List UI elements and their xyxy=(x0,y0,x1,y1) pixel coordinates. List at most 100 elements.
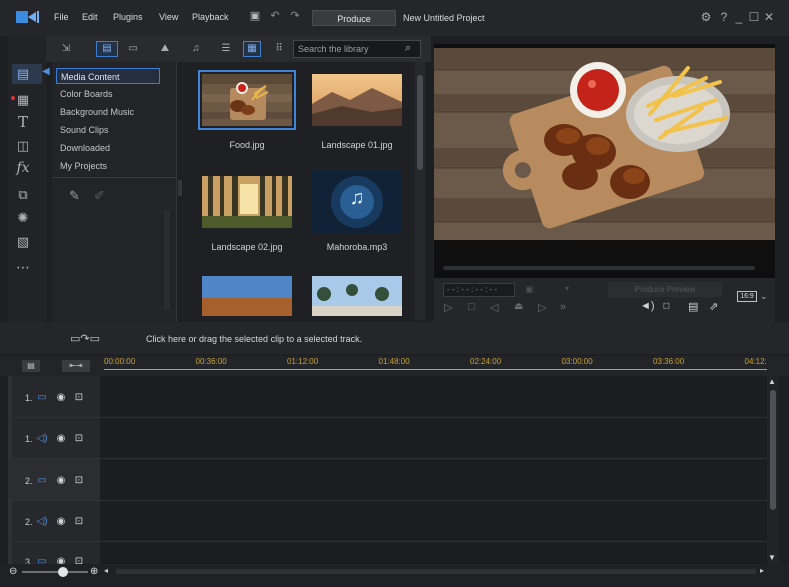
minimize-icon[interactable]: _ xyxy=(733,10,745,24)
media-library-grid: Food.jpg Landscape 01.jpg Landscape 02.j… xyxy=(182,62,415,322)
volume-icon[interactable]: ◄) xyxy=(640,300,655,314)
subtitle-room-icon[interactable]: ▧ xyxy=(14,234,32,250)
pip-room-icon[interactable]: ⧉ xyxy=(14,187,32,203)
ruler-tick-label: 03:00:00 xyxy=(561,357,593,366)
play-icon[interactable]: ▷ xyxy=(444,301,456,314)
effect-room-icon[interactable]: fx xyxy=(14,160,32,176)
insert-clip-icon[interactable]: ▭↷▭ xyxy=(70,332,120,346)
thumbnail-size-icon[interactable]: ⠿ xyxy=(270,41,288,57)
media-room-icon[interactable]: ▤ xyxy=(14,66,32,82)
scroll-right-icon[interactable]: ▸ xyxy=(760,566,770,576)
media-thumbnail-landscape-02[interactable] xyxy=(202,176,292,228)
media-label: Landscape 01.jpg xyxy=(321,140,393,150)
track-area[interactable] xyxy=(101,376,767,572)
track-visibility-icon[interactable]: ◉ xyxy=(55,516,67,528)
help-icon[interactable]: ? xyxy=(718,10,730,24)
category-my-projects[interactable]: My Projects xyxy=(56,158,160,174)
category-downloaded[interactable]: Downloaded xyxy=(56,140,160,156)
library-scrollbar-thumb[interactable] xyxy=(417,75,423,170)
timecode-display[interactable]: - - : - - : - - : - - xyxy=(443,283,515,297)
particle-room-icon[interactable]: ✺ xyxy=(14,210,32,226)
search-icon[interactable]: ⌕ xyxy=(405,42,417,54)
media-thumbnail-landscape-03[interactable] xyxy=(202,276,292,316)
menu-view[interactable]: View xyxy=(159,12,178,22)
track-lock-icon[interactable]: ⊡ xyxy=(73,475,85,487)
media-thumbnail-food[interactable] xyxy=(198,70,296,130)
timeline-horizontal-scrollbar[interactable] xyxy=(116,569,756,574)
stop-icon[interactable]: □ xyxy=(468,301,480,313)
timeline-instruction[interactable]: Click here or drag the selected clip to … xyxy=(146,334,362,344)
produce-button[interactable]: Produce xyxy=(312,10,396,26)
more-rooms-icon[interactable]: ⋯ xyxy=(14,259,32,275)
ruler-tick-label: 00:00:00 xyxy=(104,357,136,366)
maximize-preview-icon[interactable]: ⇗ xyxy=(709,300,723,314)
scroll-down-icon[interactable]: ▼ xyxy=(768,553,778,563)
media-thumbnail-palm[interactable] xyxy=(312,276,402,316)
media-filter-all-icon[interactable]: ▤ xyxy=(96,41,118,57)
maximize-icon[interactable]: ☐ xyxy=(748,10,760,24)
snapshot-icon[interactable]: ◘ xyxy=(663,300,677,314)
image-filter-icon[interactable]: ⛰ xyxy=(156,41,174,57)
audio-filter-icon[interactable]: ♫ xyxy=(187,41,205,57)
undo-icon[interactable]: ↶ xyxy=(268,9,282,23)
preview-seek-bar[interactable] xyxy=(443,266,755,270)
dock-undock-icon[interactable]: ▤ xyxy=(688,300,702,314)
save-icon[interactable]: ▣ xyxy=(248,9,262,23)
zoom-slider-handle[interactable] xyxy=(58,567,68,577)
menu-plugins[interactable]: Plugins xyxy=(113,12,143,22)
add-tag-icon[interactable]: ✎ xyxy=(69,188,85,204)
redo-icon[interactable]: ↷ xyxy=(288,9,302,23)
fit-timeline-icon[interactable]: ⇤⇥ xyxy=(62,360,90,372)
import-media-icon[interactable]: ⇲ xyxy=(57,41,75,57)
track-separator xyxy=(8,458,767,459)
playback-mode-dropdown-icon[interactable]: ▾ xyxy=(565,284,575,296)
ruler-tick-label: 01:12:00 xyxy=(287,357,319,366)
category-scrollbar[interactable] xyxy=(164,210,170,310)
aspect-ratio-badge[interactable]: 16:9 xyxy=(737,291,757,302)
category-media-content[interactable]: Media Content xyxy=(56,68,160,84)
close-icon[interactable]: ✕ xyxy=(763,10,775,24)
menu-playback[interactable]: Playback xyxy=(192,12,229,22)
fast-forward-icon[interactable]: » xyxy=(560,301,574,313)
zoom-in-icon[interactable]: ⊕ xyxy=(90,567,100,577)
next-frame-icon[interactable]: ▷ xyxy=(538,301,550,314)
ruler-tick-label: 00:36:00 xyxy=(195,357,227,366)
playback-mode-icon[interactable]: ▣ xyxy=(525,284,537,296)
category-background-music[interactable]: Background Music xyxy=(56,104,160,120)
preview-image xyxy=(434,48,775,240)
track-lock-icon[interactable]: ⊡ xyxy=(73,516,85,528)
settings-icon[interactable]: ⚙ xyxy=(700,10,712,24)
grid-view-icon[interactable]: ▦ xyxy=(243,41,261,57)
remove-tag-icon[interactable]: ✐ xyxy=(94,188,110,204)
timeline-scrollbar-thumb[interactable] xyxy=(770,390,776,510)
scroll-left-icon[interactable]: ◂ xyxy=(104,566,114,576)
produce-preview-button[interactable]: Produce Preview xyxy=(608,282,722,297)
media-thumbnail-landscape-01[interactable] xyxy=(312,74,402,126)
list-view-icon[interactable]: ☰ xyxy=(217,41,235,57)
track-lock-icon[interactable]: ⊡ xyxy=(73,392,85,404)
zoom-out-icon[interactable]: ⊖ xyxy=(9,567,19,577)
track-manager-icon[interactable]: ▤ xyxy=(22,360,40,372)
menu-file[interactable]: File xyxy=(54,12,69,22)
track-visibility-icon[interactable]: ◉ xyxy=(55,433,67,445)
music-note-icon: ♫ xyxy=(349,187,365,209)
track-visibility-icon[interactable]: ◉ xyxy=(55,392,67,404)
zoom-slider[interactable] xyxy=(22,571,88,573)
video-filter-icon[interactable]: ▭ xyxy=(124,41,142,57)
category-sound-clips[interactable]: Sound Clips xyxy=(56,122,160,138)
split-icon[interactable]: ⏏ xyxy=(514,301,528,313)
previous-frame-icon[interactable]: ◁ xyxy=(490,301,502,314)
track-visibility-icon[interactable]: ◉ xyxy=(55,475,67,487)
aspect-ratio-dropdown-icon[interactable]: ⌄ xyxy=(760,291,770,303)
scroll-up-icon[interactable]: ▲ xyxy=(768,377,778,387)
track-lock-icon[interactable]: ⊡ xyxy=(73,433,85,445)
track-number: 2. xyxy=(25,517,33,527)
ruler-tick-label: 01:48:00 xyxy=(378,357,410,366)
menu-edit[interactable]: Edit xyxy=(82,12,98,22)
transition-room-icon[interactable]: ◫ xyxy=(14,138,32,154)
search-input[interactable]: Search the library xyxy=(293,40,421,58)
fx-room-icon[interactable]: ▦ xyxy=(14,92,32,108)
category-color-boards[interactable]: Color Boards xyxy=(56,86,160,102)
track-number: 1. xyxy=(25,434,33,444)
title-room-icon[interactable]: T xyxy=(14,114,32,130)
